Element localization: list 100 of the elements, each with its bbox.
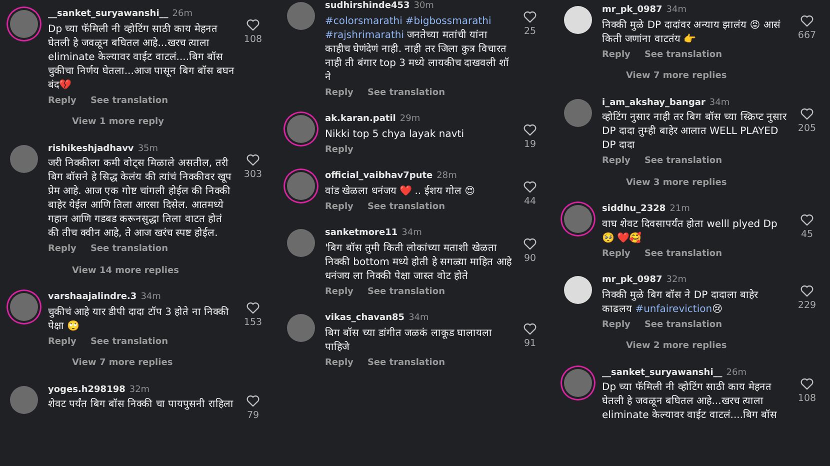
avatar-photo-placeholder[interactable] (10, 144, 38, 172)
comment-text: शेवट पर्यंत बिग बॉस निक्की चा पायपुसनी राहिला (48, 398, 234, 412)
heart-icon[interactable] (800, 106, 814, 120)
like-count: 229 (798, 299, 816, 313)
heart-icon[interactable] (800, 284, 814, 297)
comment-text: #colorsmarathi #bigbossmarathi #rajshrimarathi जनतेच्या मतांची यांना काहीच घेणंदेणं नाही. नाही तर जिला कुत्र विचारत नाही ती बंगार top 3 मध्ये लायकीच दाखवली शॉ ने (325, 14, 510, 84)
reply-link[interactable]: Reply (602, 48, 630, 62)
timestamp: 26m (726, 366, 747, 380)
username[interactable]: varshaajalindre.3 (48, 291, 137, 304)
username[interactable]: vikas_chavan85 (325, 312, 405, 326)
username[interactable]: mr_pk_0987 (602, 274, 662, 288)
heart-icon[interactable] (523, 180, 537, 193)
comment-text: Dp च्या फॅमिली नी व्होटिंग साठी काय मेहनत घेतली हे जवळून बघितल आहे...खरच त्याला eliminate केल्यावर वाईट वाटलं....बिग बॉस (602, 381, 778, 423)
hashtag-link[interactable]: #unfaireviction (635, 302, 712, 316)
timestamp: 34m (408, 312, 429, 325)
hashtag-link[interactable]: #rajshrimarathi (325, 28, 404, 42)
comment-text: वांड खेळला धनंजय ❤ .. ईशय गोल 😍 (325, 184, 476, 198)
avatar-photo-placeholder[interactable] (287, 115, 315, 143)
like-count: 303 (244, 168, 262, 182)
view-replies-link[interactable]: View 2 more replies (626, 340, 727, 354)
heart-icon[interactable] (246, 152, 260, 166)
timestamp: 34m (709, 96, 730, 110)
avatar-photo-placeholder[interactable] (10, 386, 38, 414)
default-avatar[interactable] (564, 6, 592, 34)
reply-link[interactable]: Reply (325, 286, 354, 299)
like-count: 79 (246, 408, 260, 422)
username[interactable]: __sanket_suryawanshi__ (602, 366, 722, 380)
avatar-photo-placeholder[interactable] (564, 205, 592, 233)
see-translation-link[interactable]: See translation (644, 48, 722, 62)
comment-text: वाघ शेवट दिवसापर्यंत होता welll plyed Dp🥺 ❤🥰 (602, 218, 778, 246)
username[interactable]: sanketmore11 (325, 227, 398, 240)
default-avatar[interactable] (564, 276, 592, 304)
timestamp: 34m (140, 291, 161, 304)
username[interactable]: ak.karan.patil (325, 113, 396, 126)
view-replies-link[interactable]: View 7 more replies (72, 357, 173, 370)
heart-icon[interactable] (523, 10, 537, 23)
comment-text: Nikki top 5 chya layak navti (325, 128, 465, 142)
reply-link[interactable]: Reply (325, 144, 354, 157)
view-replies-link[interactable]: View 3 more replies (626, 176, 727, 190)
see-translation-link[interactable]: See translation (367, 86, 445, 100)
avatar-photo-placeholder[interactable] (287, 2, 315, 30)
like-count: 19 (524, 138, 536, 152)
avatar-photo-placeholder[interactable] (564, 368, 592, 396)
like-count: 91 (524, 337, 536, 351)
hashtag-link[interactable]: #colorsmarathi (325, 14, 402, 28)
reply-link[interactable]: Reply (602, 248, 630, 261)
avatar-photo-placeholder[interactable] (287, 172, 315, 200)
see-translation-link[interactable]: See translation (367, 356, 445, 370)
heart-icon[interactable] (246, 301, 260, 314)
heart-icon[interactable] (246, 18, 260, 31)
avatar-photo-placeholder[interactable] (564, 98, 592, 126)
see-translation-link[interactable]: See translation (90, 243, 168, 256)
reply-link[interactable]: Reply (48, 243, 76, 256)
avatar-photo-placeholder[interactable] (287, 229, 315, 257)
like-count: 108 (244, 33, 262, 47)
like-count: 90 (524, 252, 536, 266)
heart-icon[interactable] (523, 237, 537, 250)
reply-link[interactable]: Reply (48, 94, 76, 108)
timestamp: 29m (400, 113, 420, 126)
reply-link[interactable]: Reply (325, 86, 354, 100)
avatar-photo-placeholder[interactable] (10, 293, 38, 321)
see-translation-link[interactable]: See translation (367, 286, 445, 299)
hashtag-link[interactable]: #bigbossmarathi (405, 14, 492, 28)
see-translation-link[interactable]: See translation (644, 248, 722, 261)
comment-text: 'बिग बॉस तुमी किती लोकांच्या मताशी खेळता निक्की bottom मध्ये होती हे सगळ्या माहित आहे धनंजय ला निक्की पेक्षा जास्त वोट होते (325, 242, 512, 284)
reply-link[interactable]: Reply (602, 318, 630, 332)
heart-icon[interactable] (800, 213, 814, 226)
timestamp: 35m (138, 142, 158, 156)
reply-link[interactable]: Reply (325, 200, 354, 214)
reply-link[interactable]: Reply (325, 356, 354, 370)
see-translation-link[interactable]: See translation (90, 336, 168, 349)
username[interactable]: sudhirshinde453 (325, 0, 410, 14)
username[interactable]: yoges.h298198 (48, 384, 126, 397)
username[interactable]: __sanket_suryawanshi__ (48, 8, 168, 22)
username[interactable]: siddhu_2328 (602, 203, 666, 216)
username[interactable]: official_vaibhav7pute (325, 170, 433, 184)
heart-icon[interactable] (800, 14, 814, 27)
avatar-photo-placeholder[interactable] (10, 10, 38, 38)
heart-icon[interactable] (523, 322, 537, 335)
see-translation-link[interactable]: See translation (90, 94, 168, 108)
see-translation-link[interactable]: See translation (644, 155, 722, 168)
see-translation-link[interactable]: See translation (367, 200, 445, 214)
view-replies-link[interactable]: View 7 more replies (626, 70, 727, 84)
username[interactable]: rishikeshjadhavv (48, 142, 134, 156)
like-count: 205 (798, 122, 816, 136)
reply-link[interactable]: Reply (48, 336, 76, 349)
view-replies-link[interactable]: View 1 more reply (72, 116, 164, 130)
reply-link[interactable]: Reply (602, 155, 630, 168)
heart-icon[interactable] (800, 376, 814, 390)
comment-text: जरी निक्कीला कमी वोट्स मिळाले असतील, तरी बिग बॉसने हे सिद्ध केलंय की त्यांचं निक्कीवर खूप प्रेम आहे. आज एक गोष्ट चांगली होईल की निक्की बाहेर येईल आणि तिला आरसा दिसेल. आतमध्ये गहान आणि गडबड करूनसुद्धा तिला वाटत होतं की तीच क्वीन आहे, ते आज खरंच स्पष्ट होईल. (48, 157, 232, 241)
timestamp: 30m (414, 0, 434, 13)
heart-icon[interactable] (246, 394, 260, 406)
comment-text: बिग बॉस च्या डांगीत जळकं लाकूड घालायला पाहिजे (325, 326, 494, 354)
timestamp: 34m (402, 227, 422, 240)
avatar-photo-placeholder[interactable] (287, 314, 315, 342)
heart-icon[interactable] (523, 123, 537, 136)
username[interactable]: mr_pk_0987 (602, 4, 662, 18)
see-translation-link[interactable]: See translation (644, 318, 722, 332)
username[interactable]: i_am_akshay_bangar (602, 96, 706, 110)
view-replies-link[interactable]: View 14 more replies (72, 264, 179, 278)
